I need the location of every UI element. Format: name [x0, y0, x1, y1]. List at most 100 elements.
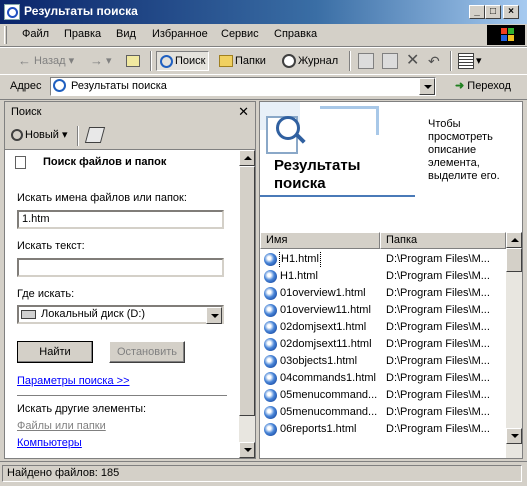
scroll-up-button[interactable]: [239, 150, 255, 166]
address-input[interactable]: Результаты поиска: [50, 77, 436, 96]
search-pane-title: Поиск: [11, 106, 42, 118]
html-file-icon: [264, 406, 277, 419]
menu-help[interactable]: Справка: [274, 28, 317, 40]
delete-button[interactable]: ✕: [406, 52, 419, 70]
undo-button[interactable]: ↶: [428, 52, 440, 70]
table-row[interactable]: 02domjsext1.html D:\Program Files\M...: [262, 319, 507, 336]
search-results-icon: [53, 79, 66, 92]
column-name-header[interactable]: Имя: [260, 232, 380, 249]
history-label: Журнал: [298, 55, 339, 67]
back-button[interactable]: ← Назад ▾: [18, 52, 74, 70]
drive-icon: [21, 310, 36, 319]
go-button[interactable]: ➜ Переход: [455, 79, 511, 92]
other-items-label: Искать другие элементы:: [17, 403, 147, 415]
toolbar-separator: [77, 126, 79, 146]
address-dropdown-button[interactable]: [419, 78, 435, 95]
search-form: Поиск файлов и папок Искать имена файлов…: [5, 150, 237, 458]
names-label: Искать имена файлов или папок:: [17, 192, 187, 204]
minimize-button[interactable]: _: [469, 5, 485, 19]
text-input[interactable]: [17, 258, 224, 277]
file-folder: D:\Program Files\M...: [386, 372, 490, 384]
book-icon: [84, 127, 106, 143]
file-name: 06reports1.html: [280, 423, 357, 435]
menu-grip: [4, 26, 7, 44]
history-clock-icon: [282, 54, 296, 69]
menu-file[interactable]: Файл: [22, 28, 49, 40]
banner-title: Результаты поиска: [274, 157, 361, 192]
folders-button[interactable]: Папки: [219, 52, 266, 70]
search-button[interactable]: Поиск: [156, 51, 210, 71]
go-label: Переход: [467, 80, 511, 92]
new-search-button[interactable]: Новый ▾: [11, 128, 68, 142]
other-computers-link[interactable]: Компьютеры: [17, 437, 82, 449]
address-label: Адрес: [10, 80, 42, 92]
maximize-button[interactable]: □: [485, 5, 501, 19]
results-scrollbar[interactable]: [506, 232, 522, 458]
up-folder-button[interactable]: [126, 52, 142, 70]
menu-favorites[interactable]: Избранное: [152, 28, 208, 40]
scroll-down-button[interactable]: [506, 428, 522, 444]
forward-arrow-icon: →: [90, 53, 103, 69]
menu-edit[interactable]: Правка: [64, 28, 101, 40]
table-row[interactable]: 02domjsext11.html D:\Program Files\M...: [262, 336, 507, 353]
menu-view[interactable]: Вид: [116, 28, 136, 40]
scroll-down-button[interactable]: [239, 442, 255, 458]
scroll-thumb[interactable]: [239, 166, 255, 416]
html-file-icon: [264, 372, 277, 385]
new-search-icon: [11, 129, 23, 142]
up-folder-icon: [126, 55, 140, 68]
html-file-icon: [264, 338, 277, 351]
toolbar-separator: [150, 51, 152, 71]
html-file-icon: [264, 253, 277, 266]
views-button[interactable]: ▾: [458, 52, 482, 70]
search-options-link[interactable]: Параметры поиска >>: [17, 375, 130, 387]
menu-bar: Файл Правка Вид Избранное Сервис Справка: [0, 24, 527, 47]
filename-input[interactable]: 1.htm: [17, 210, 224, 229]
location-dropdown-button[interactable]: [206, 307, 222, 324]
table-row[interactable]: H1.html D:\Program Files\M...: [262, 251, 507, 268]
folders-icon: [219, 55, 233, 68]
html-file-icon: [264, 423, 277, 436]
file-name: 02domjsext1.html: [280, 321, 367, 333]
scroll-thumb[interactable]: [506, 248, 522, 272]
undo-icon: ↶: [428, 53, 440, 69]
copy-to-button[interactable]: [382, 52, 400, 70]
search-pane-close-icon[interactable]: ✕: [238, 104, 249, 120]
table-row[interactable]: 06reports1.html D:\Program Files\M...: [262, 421, 507, 438]
column-folder-header[interactable]: Папка: [380, 232, 506, 249]
history-button[interactable]: Журнал: [282, 52, 338, 70]
file-folder: D:\Program Files\M...: [386, 406, 490, 418]
stop-button[interactable]: Остановить: [109, 341, 185, 363]
forward-button[interactable]: → ▾: [90, 52, 112, 70]
table-row[interactable]: 05menucommand... D:\Program Files\M...: [262, 387, 507, 404]
html-file-icon: [264, 355, 277, 368]
status-bar: Найдено файлов: 185: [0, 461, 527, 486]
close-button[interactable]: ×: [503, 5, 519, 19]
standard-toolbar: ← Назад ▾ → ▾ Поиск Папки Журнал ✕ ↶ ▾: [0, 47, 527, 75]
move-to-icon: [358, 53, 374, 70]
table-row[interactable]: 01overview11.html D:\Program Files\M...: [262, 302, 507, 319]
divider: [17, 395, 227, 396]
table-row[interactable]: 04commands1.html D:\Program Files\M...: [262, 370, 507, 387]
search-pane-header: Поиск ✕: [5, 102, 255, 122]
move-to-button[interactable]: [358, 52, 376, 70]
menu-tools[interactable]: Сервис: [221, 28, 259, 40]
index-service-button[interactable]: [84, 127, 106, 143]
search-pane-scrollbar[interactable]: [239, 150, 255, 458]
table-row[interactable]: H1.html D:\Program Files\M...: [262, 268, 507, 285]
find-button[interactable]: Найти: [17, 341, 93, 363]
back-arrow-icon: ←: [18, 53, 31, 69]
file-folder: D:\Program Files\M...: [386, 389, 490, 401]
table-row[interactable]: 01overview1.html D:\Program Files\M...: [262, 285, 507, 302]
back-label: Назад: [34, 55, 66, 67]
table-row[interactable]: 05menucommand... D:\Program Files\M...: [262, 404, 507, 421]
table-row[interactable]: 03objects1.html D:\Program Files\M...: [262, 353, 507, 370]
other-files-folders-link[interactable]: Файлы или папки: [17, 420, 106, 432]
results-banner: Результаты поиска: [260, 102, 420, 198]
scroll-up-button[interactable]: [506, 232, 522, 248]
search-pane: Поиск ✕ Новый ▾ Поиск файлов и папок Иск…: [4, 101, 256, 459]
folders-label: Папки: [235, 55, 266, 67]
location-select[interactable]: Локальный диск (D:): [17, 305, 224, 324]
location-value: Локальный диск (D:): [41, 308, 146, 320]
file-name: H1.html: [279, 251, 321, 268]
